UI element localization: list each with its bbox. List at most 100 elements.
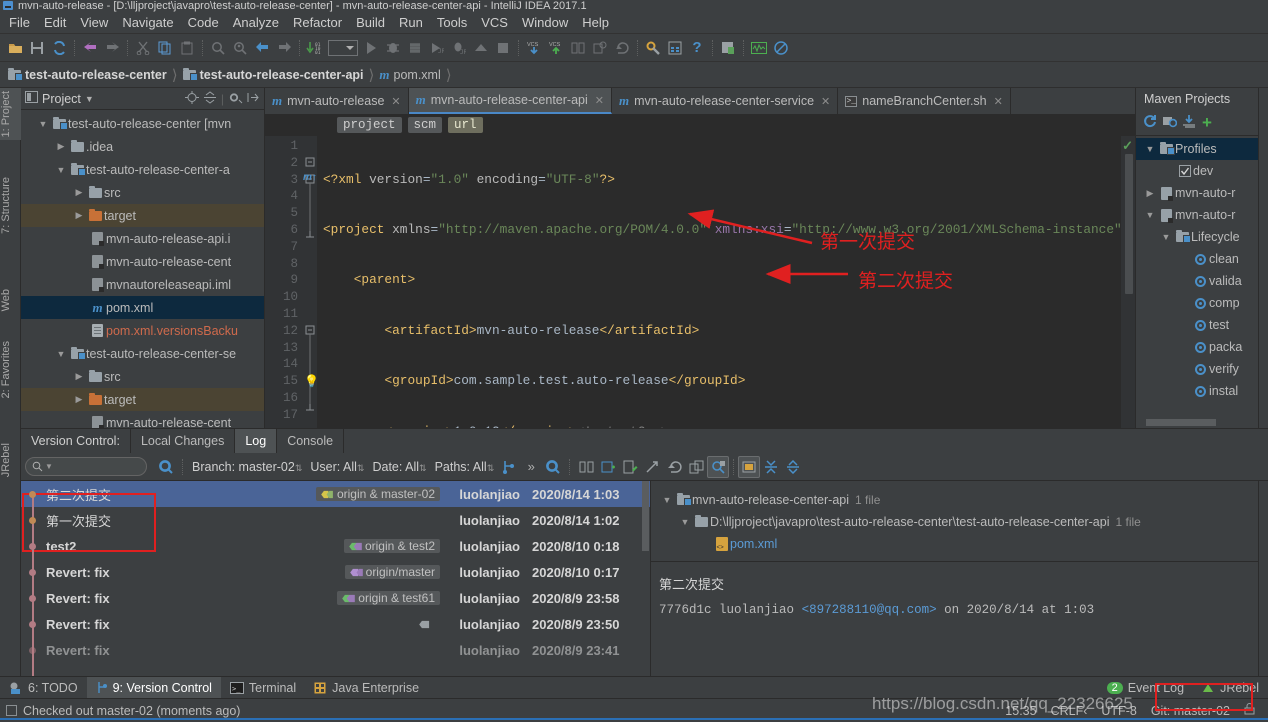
open-repository-icon[interactable]	[597, 456, 619, 478]
cut-icon[interactable]	[132, 37, 154, 59]
checkbox-checked-icon[interactable]	[1176, 165, 1193, 177]
collapse-all-icon[interactable]	[203, 90, 217, 107]
coverage-icon[interactable]	[404, 37, 426, 59]
jrebel-button[interactable]: JRebel	[1193, 677, 1268, 698]
group-icon[interactable]	[738, 455, 761, 478]
tree-node-iml-3[interactable]: mvnautoreleaseapi.iml	[21, 273, 264, 296]
ref-label[interactable]: origin & master-02	[315, 487, 440, 501]
maven-goal-install[interactable]: instal	[1136, 380, 1258, 402]
menu-refactor[interactable]: Refactor	[286, 13, 349, 32]
commit-row[interactable]: Revert: fix luolanjiao 2020/8/9 23:50	[21, 611, 650, 637]
editor-tab-mvn-auto-release[interactable]: m mvn-auto-release ✕	[265, 88, 409, 114]
chevron-down-icon[interactable]: ▼	[85, 94, 94, 104]
strip-tab-web[interactable]: Web	[0, 286, 21, 314]
tree-node-src-2[interactable]: ▶ src	[21, 365, 264, 388]
close-icon[interactable]: ✕	[994, 95, 1003, 108]
commit-row[interactable]: Revert: fix origin/master luolanjiao 202…	[21, 559, 650, 585]
rollback-icon[interactable]	[611, 37, 633, 59]
ref-label[interactable]: origin & test61	[337, 591, 440, 605]
redo-icon[interactable]	[101, 37, 123, 59]
menu-edit[interactable]: Edit	[37, 13, 73, 32]
maven-scrollbar-thumb[interactable]	[1146, 419, 1216, 426]
commit-row[interactable]: 第二次提交 origin & master-02 luolanjiao 2020…	[21, 481, 650, 507]
strip-tab-structure[interactable]: 7: Structure	[0, 174, 21, 237]
save-all-icon[interactable]	[26, 37, 48, 59]
tree-node-iml-2[interactable]: mvn-auto-release-cent	[21, 250, 264, 273]
chevron-down-icon[interactable]: ▼	[1142, 144, 1158, 154]
editor-scrollbar-thumb[interactable]	[1125, 154, 1133, 294]
tree-node-iml-4[interactable]: mvn-auto-release-cent	[21, 411, 264, 428]
status-encoding[interactable]: UTF-8	[1094, 704, 1143, 718]
chevron-right-icon[interactable]: ▶	[71, 187, 87, 198]
menu-file[interactable]: File	[2, 13, 37, 32]
commit-row[interactable]: Revert: fix origin & test61 luolanjiao 2…	[21, 585, 650, 611]
changed-file-node[interactable]: pom.xml	[659, 533, 1258, 555]
tree-node-service-module[interactable]: ▼ test-auto-release-center-se	[21, 342, 264, 365]
ref-label[interactable]: origin/master	[344, 565, 440, 579]
commit-row[interactable]: test2 origin & test2 luolanjiao 2020/8/1…	[21, 533, 650, 559]
menu-code[interactable]: Code	[181, 13, 226, 32]
chevron-down-icon[interactable]: ▼	[677, 517, 693, 527]
generate-sources-icon[interactable]	[1162, 114, 1178, 131]
code-editor[interactable]: 1 2 3 4 5 6 7 8 9 10 11 12 13 14 15 16 1…	[265, 136, 1135, 428]
settings-icon[interactable]	[642, 37, 664, 59]
maven-node-project-2[interactable]: ▼ mvn-auto-r	[1136, 204, 1258, 226]
vcs-tab-log[interactable]: Log	[235, 429, 278, 453]
editor-breadcrumb-scm[interactable]: scm	[407, 117, 443, 133]
event-log-button[interactable]: 2 Event Log	[1098, 677, 1193, 698]
undo-icon[interactable]	[79, 37, 101, 59]
menu-analyze[interactable]: Analyze	[226, 13, 286, 32]
find-icon[interactable]	[207, 37, 229, 59]
forward-icon[interactable]	[273, 37, 295, 59]
menu-tools[interactable]: Tools	[430, 13, 474, 32]
vcs-tab-local-changes[interactable]: Local Changes	[131, 429, 236, 453]
breadcrumb-item-module[interactable]: test-auto-release-center-api	[179, 67, 368, 82]
run-jr-icon[interactable]: JR	[426, 37, 448, 59]
strip-tab-project[interactable]: 1: Project	[0, 88, 21, 141]
status-git-branch[interactable]: Git: master-02	[1144, 704, 1237, 718]
add-icon[interactable]: +	[1202, 114, 1212, 131]
commit-list[interactable]: 第二次提交 origin & master-02 luolanjiao 2020…	[21, 481, 651, 676]
maven-node-project-1[interactable]: ▶ mvn-auto-r	[1136, 182, 1258, 204]
ref-label[interactable]	[414, 620, 440, 629]
tree-node-target[interactable]: ▶ target	[21, 204, 264, 227]
inspection-ok-icon[interactable]: ✓	[1122, 138, 1133, 154]
find-usages-icon[interactable]	[229, 37, 251, 59]
open-folder-icon[interactable]	[4, 37, 26, 59]
commit-author-email[interactable]: <897288110@qq.com>	[802, 603, 937, 617]
rollback-icon[interactable]	[663, 456, 685, 478]
cherry-pick-icon[interactable]	[641, 456, 663, 478]
diff-icon[interactable]	[567, 37, 589, 59]
jrebel-monitor-icon[interactable]	[748, 37, 770, 59]
paste-icon[interactable]	[176, 37, 198, 59]
editor-tab-mvn-auto-release-center-service[interactable]: m mvn-auto-release-center-service ✕	[612, 88, 839, 114]
maven-marker-icon[interactable]: m↑	[303, 172, 317, 183]
maven-goal-validate[interactable]: valida	[1136, 270, 1258, 292]
reimport-icon[interactable]	[1142, 114, 1157, 131]
filter-date[interactable]: Date: All⇅	[368, 460, 430, 474]
locate-icon[interactable]	[184, 90, 199, 107]
bottom-tab-java-enterprise[interactable]: Java Enterprise	[305, 677, 428, 698]
tree-node-pom-backup[interactable]: pom.xml.versionsBacku	[21, 319, 264, 342]
status-lock-icon[interactable]	[1237, 703, 1262, 718]
tree-node-target-2[interactable]: ▶ target	[21, 388, 264, 411]
help-icon[interactable]: ?	[686, 37, 708, 59]
log-settings-gear-icon[interactable]	[155, 456, 177, 478]
more-icon[interactable]: »	[520, 456, 542, 478]
status-line-separator[interactable]: CRLF‹	[1044, 704, 1095, 718]
maven-goal-test[interactable]: test	[1136, 314, 1258, 336]
tree-node-api-module[interactable]: ▼ test-auto-release-center-a	[21, 158, 264, 181]
maven-goal-compile[interactable]: comp	[1136, 292, 1258, 314]
chevron-down-icon[interactable]: ▼	[1158, 232, 1174, 242]
history-icon[interactable]	[589, 37, 611, 59]
code-content[interactable]: <?xml version="1.0" encoding="UTF-8"?> <…	[317, 136, 1135, 428]
filter-user[interactable]: User: All⇅	[306, 460, 368, 474]
maven-tree[interactable]: ▼ Profiles dev ▶ mvn-auto-r ▼ mvn-auto-r…	[1136, 136, 1258, 428]
log-gear-icon[interactable]	[542, 456, 564, 478]
commit-row[interactable]: Revert: fix luolanjiao 2020/8/9 23:41	[21, 637, 650, 663]
filter-branch[interactable]: Branch: master-02⇅	[188, 460, 306, 474]
editor-breadcrumb-url[interactable]: url	[448, 117, 483, 133]
vcs-commit-icon[interactable]: VCS	[545, 37, 567, 59]
vcs-tab-console[interactable]: Console	[277, 429, 345, 453]
chevron-right-icon[interactable]: ▶	[53, 141, 69, 152]
